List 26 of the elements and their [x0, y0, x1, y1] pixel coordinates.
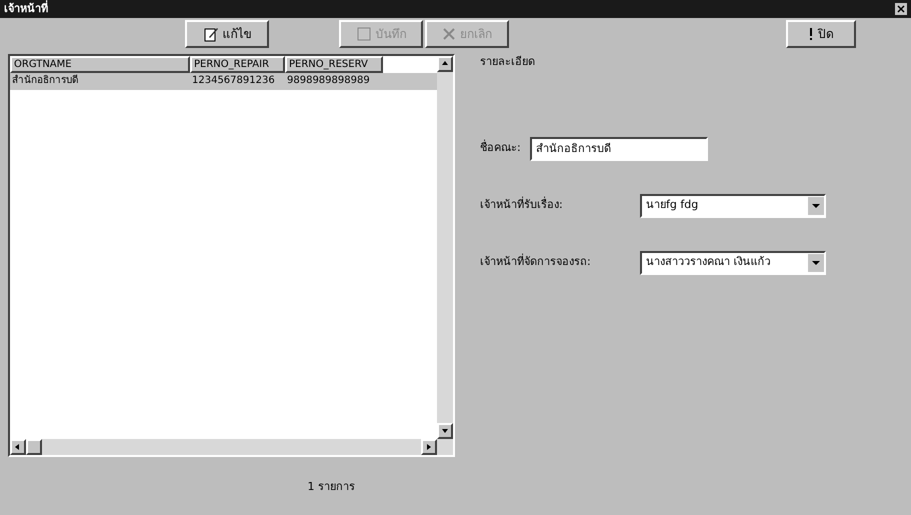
- column-header[interactable]: PERNO_RESERV: [285, 56, 383, 73]
- field-label: เจ้าหน้าที่จัดการจองรถ:: [480, 254, 592, 270]
- window-title: เจ้าหน้าที่: [4, 0, 48, 17]
- column-header[interactable]: PERNO_REPAIR: [190, 56, 285, 73]
- cross-icon: [442, 27, 456, 41]
- exclamation-icon: [808, 27, 814, 41]
- table-cell-text: 1234567891236: [191, 74, 276, 88]
- pencil-page-icon: [202, 26, 218, 42]
- scroll-left-button[interactable]: [10, 439, 26, 455]
- field-label: ชื่อคณะ:: [480, 140, 522, 156]
- scroll-down-button[interactable]: [437, 423, 453, 439]
- table-cell-text: 9898989898989: [286, 74, 371, 88]
- edit-button[interactable]: แก้ไข: [185, 20, 269, 48]
- dropdown[interactable]: นายfg fdg: [640, 194, 826, 218]
- scroll-thumb[interactable]: [26, 439, 42, 455]
- scroll-up-button[interactable]: [437, 56, 453, 72]
- text-field[interactable]: สำนักอธิการบดี: [530, 136, 708, 160]
- scroll-right-button[interactable]: [421, 439, 437, 455]
- details-heading: รายละเอียด: [480, 54, 536, 70]
- column-header[interactable]: ORGTNAME: [10, 56, 190, 73]
- dropdown[interactable]: นางสาววรางคณา เงินแก้ว: [640, 250, 826, 274]
- field-label: เจ้าหน้าที่รับเรื่อง:: [480, 197, 564, 214]
- close-button[interactable]: ปิด: [786, 20, 856, 48]
- close-icon[interactable]: [895, 3, 907, 15]
- record-count: 1 รายการ: [308, 479, 355, 495]
- table-cell-text: สำนักอธิการบดี: [11, 74, 79, 88]
